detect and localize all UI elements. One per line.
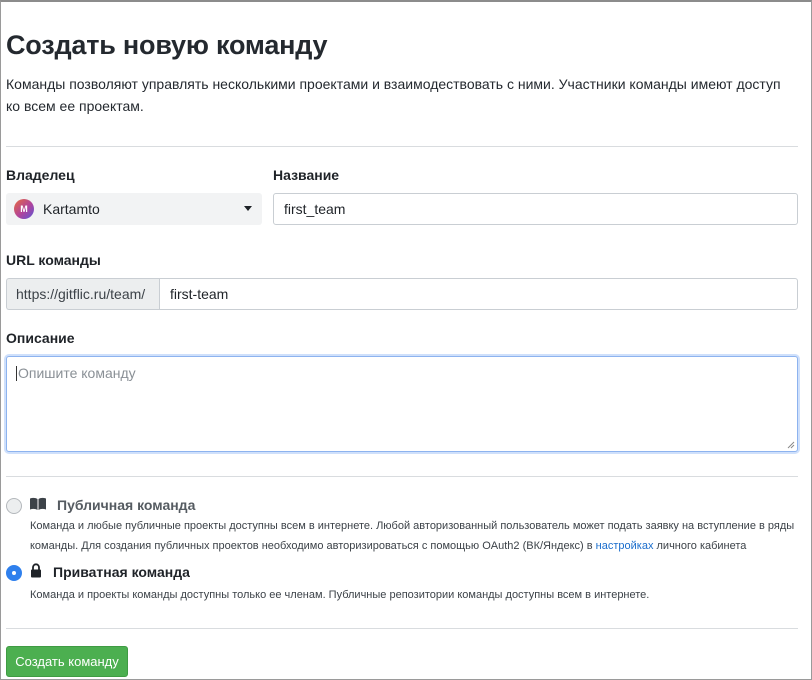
divider — [6, 146, 798, 147]
url-prefix: https://gitflic.ru/team/ — [6, 278, 159, 310]
description-placeholder: Опишите команду — [18, 365, 136, 381]
avatar-letter: M — [20, 204, 28, 214]
settings-link[interactable]: настройках — [596, 540, 654, 552]
url-input[interactable]: first-team — [159, 278, 798, 310]
name-input-value: first_team — [284, 201, 346, 217]
name-label: Название — [273, 167, 340, 183]
divider — [6, 628, 798, 629]
url-input-value: first-team — [170, 286, 229, 302]
radio-public[interactable] — [6, 498, 22, 514]
private-description: Команда и проекты команды доступны тольк… — [30, 589, 650, 601]
description-textarea[interactable]: Опишите команду — [6, 356, 798, 452]
caret-down-icon — [244, 206, 252, 211]
public-description: Команда и любые публичные проекты доступ… — [30, 516, 800, 556]
public-desc-line1: Команда и любые публичные проекты доступ… — [30, 520, 795, 532]
text-cursor — [16, 366, 17, 381]
page-subtitle: Команды позволяют управлять несколькими … — [6, 76, 781, 114]
divider — [6, 476, 798, 477]
owner-label: Владелец — [6, 167, 75, 183]
avatar: M — [14, 199, 34, 219]
book-icon — [30, 497, 46, 510]
name-input[interactable]: first_team — [273, 193, 798, 225]
create-team-button[interactable]: Создать команду — [6, 646, 128, 677]
owner-select[interactable]: M Kartamto — [6, 193, 262, 225]
public-desc-text-after: личного кабинета — [653, 540, 747, 552]
resize-handle-icon[interactable] — [787, 441, 795, 449]
public-desc-line2: команды. Для создания публичных проектов… — [30, 536, 800, 556]
radio-private[interactable] — [6, 565, 22, 581]
private-title: Приватная команда — [53, 564, 190, 580]
owner-value: Kartamto — [43, 201, 100, 217]
url-label: URL команды — [6, 252, 101, 268]
lock-icon — [31, 563, 41, 578]
description-label: Описание — [6, 330, 75, 346]
public-desc-text: команды. Для создания публичных проектов… — [30, 540, 596, 552]
page-title: Создать новую команду — [6, 30, 328, 60]
public-title: Публичная команда — [57, 497, 196, 513]
